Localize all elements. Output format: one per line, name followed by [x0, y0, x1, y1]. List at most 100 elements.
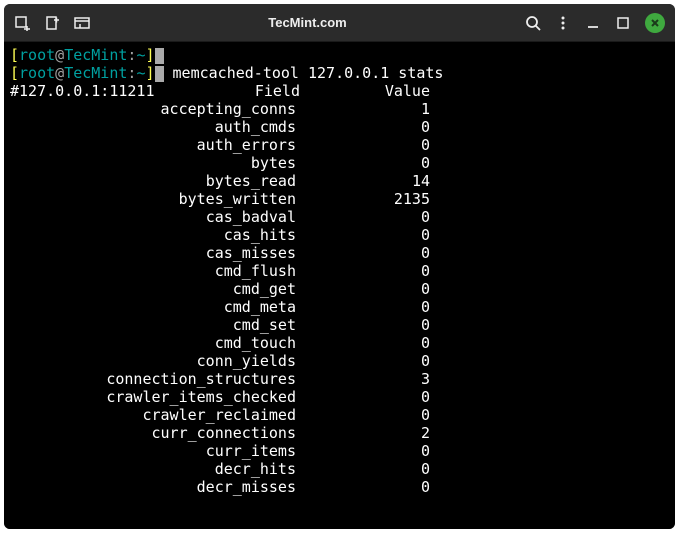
stat-row: bytes_read14	[10, 172, 669, 190]
stat-row: bytes_written2135	[10, 190, 669, 208]
stat-row: decr_hits0	[10, 460, 669, 478]
stat-row: cas_hits0	[10, 226, 669, 244]
stat-field: cas_hits	[10, 226, 300, 244]
stat-row: cas_badval0	[10, 208, 669, 226]
stat-value: 0	[300, 208, 430, 226]
window-title: TecMint.com	[90, 15, 525, 30]
stat-field: accepting_conns	[10, 100, 300, 118]
stats-header-row: #127.0.0.1:11211 Field Value	[10, 82, 669, 100]
stat-row: cmd_get0	[10, 280, 669, 298]
stat-row: decr_misses0	[10, 478, 669, 496]
cursor	[155, 48, 164, 64]
stat-field: decr_misses	[10, 478, 300, 496]
stat-row: auth_errors0	[10, 136, 669, 154]
menu-icon[interactable]	[555, 15, 571, 31]
stat-field: crawler_reclaimed	[10, 406, 300, 424]
titlebar-left-controls	[14, 15, 90, 31]
stat-field: bytes_written	[10, 190, 300, 208]
stat-row: curr_items0	[10, 442, 669, 460]
new-tab-icon[interactable]	[14, 15, 30, 31]
stat-field: cas_misses	[10, 244, 300, 262]
stat-value: 0	[300, 388, 430, 406]
stats-address: #127.0.0.1:11211	[10, 82, 160, 100]
stat-value: 3	[300, 370, 430, 388]
split-icon[interactable]	[74, 15, 90, 31]
prompt-line-1: [root@TecMint:~]	[10, 46, 669, 64]
stat-row: cmd_flush0	[10, 262, 669, 280]
stat-field: bytes	[10, 154, 300, 172]
stat-row: bytes0	[10, 154, 669, 172]
stat-field: cmd_set	[10, 316, 300, 334]
titlebar-right-controls	[525, 13, 665, 33]
close-button[interactable]	[645, 13, 665, 33]
stat-value: 0	[300, 244, 430, 262]
stat-field: curr_items	[10, 442, 300, 460]
prompt-host: TecMint	[64, 46, 127, 64]
stat-value: 0	[300, 460, 430, 478]
stat-value: 0	[300, 442, 430, 460]
stat-row: cmd_meta0	[10, 298, 669, 316]
stat-field: auth_errors	[10, 136, 300, 154]
stat-value: 0	[300, 136, 430, 154]
stat-row: crawler_items_checked0	[10, 388, 669, 406]
stat-row: cas_misses0	[10, 244, 669, 262]
stats-list: accepting_conns1auth_cmds0auth_errors0by…	[10, 100, 669, 496]
stat-field: connection_structures	[10, 370, 300, 388]
stat-row: auth_cmds0	[10, 118, 669, 136]
cursor	[155, 66, 164, 82]
maximize-icon[interactable]	[615, 15, 631, 31]
bracket-close: ]	[145, 46, 154, 64]
prompt-user: root	[19, 46, 55, 64]
stat-value: 0	[300, 118, 430, 136]
stat-value: 1	[300, 100, 430, 118]
stat-row: cmd_set0	[10, 316, 669, 334]
prompt-host: TecMint	[64, 64, 127, 82]
stats-header-field: Field	[160, 82, 300, 100]
stat-field: curr_connections	[10, 424, 300, 442]
command-text: memcached-tool 127.0.0.1 stats	[164, 64, 444, 82]
stat-value: 2135	[300, 190, 430, 208]
terminal-body[interactable]: [root@TecMint:~] [root@TecMint:~] memcac…	[4, 42, 675, 529]
stat-row: connection_structures3	[10, 370, 669, 388]
stat-value: 0	[300, 226, 430, 244]
stat-value: 14	[300, 172, 430, 190]
stat-value: 0	[300, 262, 430, 280]
stat-field: auth_cmds	[10, 118, 300, 136]
stat-field: cmd_get	[10, 280, 300, 298]
stat-value: 0	[300, 154, 430, 172]
stat-value: 0	[300, 298, 430, 316]
stat-value: 0	[300, 280, 430, 298]
stats-header-value: Value	[300, 82, 430, 100]
stat-row: crawler_reclaimed0	[10, 406, 669, 424]
stat-field: cmd_meta	[10, 298, 300, 316]
stat-field: cmd_touch	[10, 334, 300, 352]
stat-field: conn_yields	[10, 352, 300, 370]
stat-row: conn_yields0	[10, 352, 669, 370]
search-icon[interactable]	[525, 15, 541, 31]
prompt-line-2: [root@TecMint:~] memcached-tool 127.0.0.…	[10, 64, 669, 82]
new-window-icon[interactable]	[44, 15, 60, 31]
stat-field: crawler_items_checked	[10, 388, 300, 406]
prompt-at: @	[55, 46, 64, 64]
stat-row: cmd_touch0	[10, 334, 669, 352]
stat-value: 0	[300, 352, 430, 370]
stat-row: accepting_conns1	[10, 100, 669, 118]
prompt-user: root	[19, 64, 55, 82]
bracket-open: [	[10, 46, 19, 64]
bracket-close: ]	[145, 64, 154, 82]
stat-value: 0	[300, 316, 430, 334]
stat-field: bytes_read	[10, 172, 300, 190]
stat-value: 0	[300, 478, 430, 496]
titlebar: TecMint.com	[4, 4, 675, 42]
stat-value: 0	[300, 406, 430, 424]
stat-row: curr_connections2	[10, 424, 669, 442]
bracket-open: [	[10, 64, 19, 82]
prompt-at: @	[55, 64, 64, 82]
stat-value: 2	[300, 424, 430, 442]
stat-value: 0	[300, 334, 430, 352]
terminal-window: TecMint.com	[4, 4, 675, 529]
minimize-icon[interactable]	[585, 15, 601, 31]
stat-field: cas_badval	[10, 208, 300, 226]
stat-field: decr_hits	[10, 460, 300, 478]
stat-field: cmd_flush	[10, 262, 300, 280]
